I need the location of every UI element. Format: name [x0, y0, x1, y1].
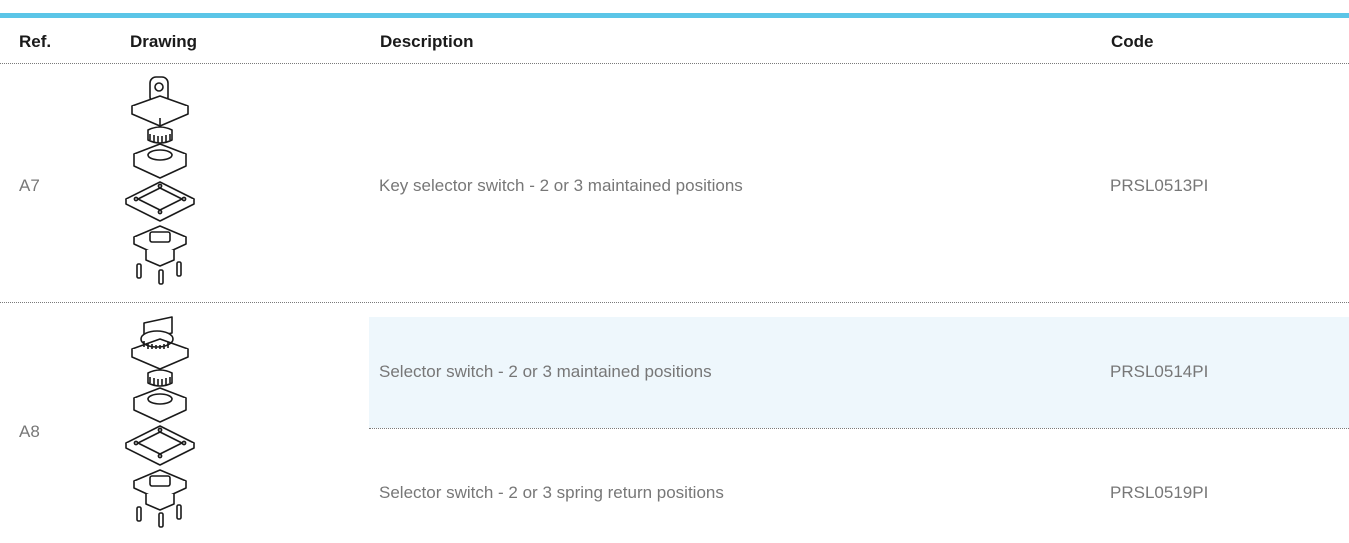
- row-divider: [0, 302, 1349, 303]
- row-ref: A8: [19, 422, 40, 441]
- row-description: Selector switch - 2 or 3 spring return p…: [379, 483, 724, 502]
- selector-switch-drawing-icon: [125, 316, 195, 528]
- row-description: Key selector switch - 2 or 3 maintained …: [379, 176, 743, 195]
- row-description: Selector switch - 2 or 3 maintained posi…: [379, 362, 712, 381]
- header-description: Description: [380, 32, 474, 51]
- header-divider: [0, 63, 1349, 64]
- header-code: Code: [1111, 32, 1154, 51]
- row-code: PRSL0519PI: [1110, 483, 1209, 502]
- key-selector-switch-drawing-icon: [125, 76, 195, 285]
- row-code: PRSL0514PI: [1110, 362, 1209, 381]
- header-ref: Ref.: [19, 32, 52, 51]
- row-ref: A7: [19, 176, 40, 195]
- row-code: PRSL0513PI: [1110, 176, 1209, 195]
- header-drawing: Drawing: [130, 32, 198, 51]
- table-header: Ref. Drawing Description Code: [0, 18, 1349, 63]
- subrow-divider: [369, 428, 1349, 429]
